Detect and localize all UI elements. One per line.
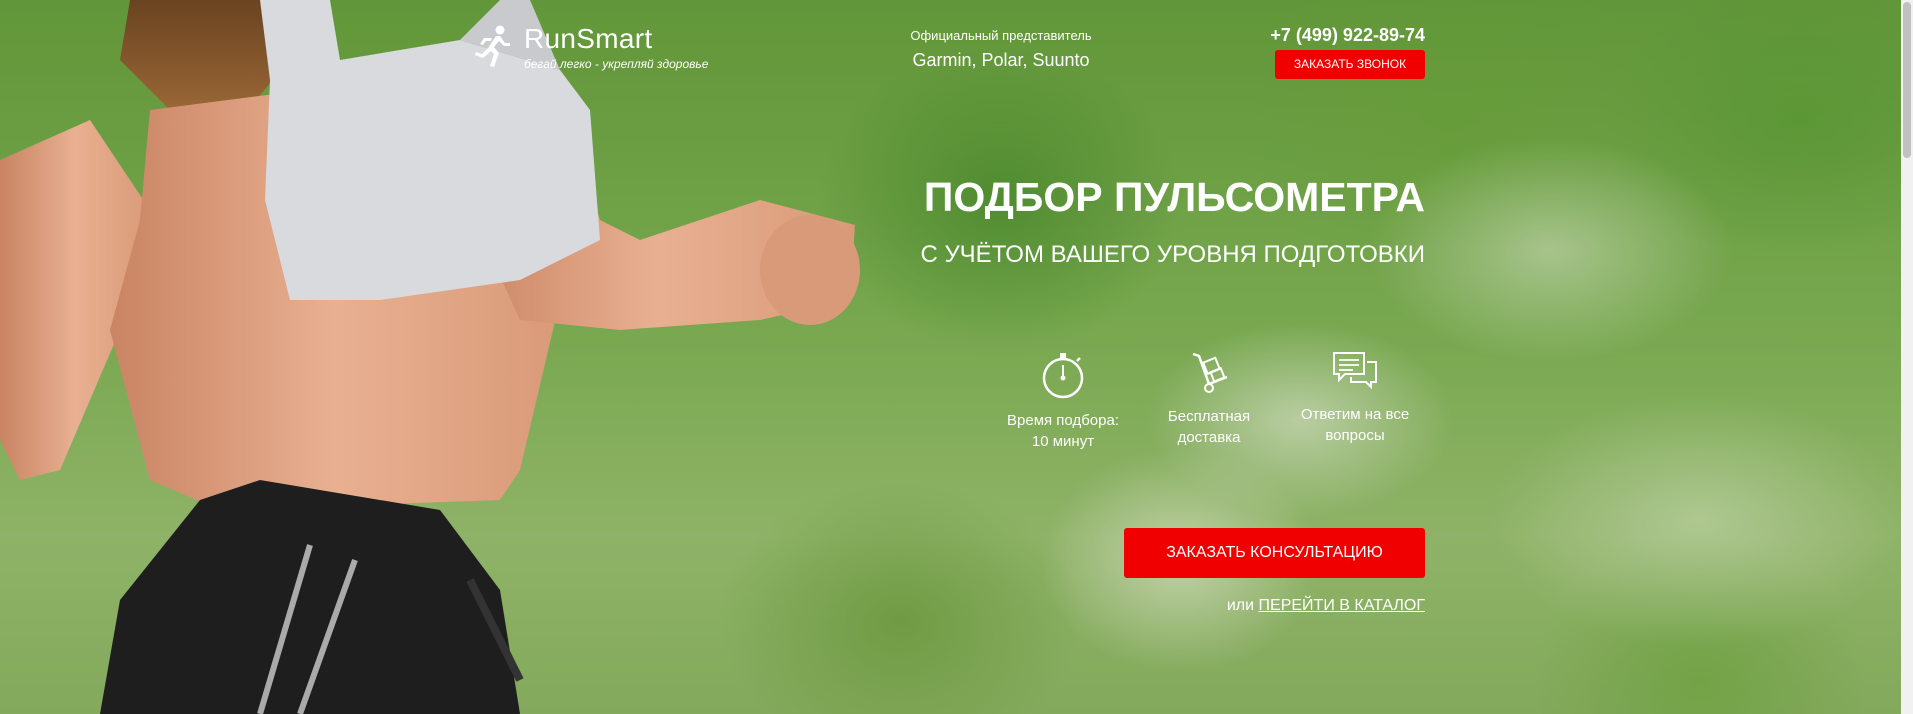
logo-slogan: бегай легко - укрепляй здоровье xyxy=(524,57,709,71)
consultation-button[interactable]: ЗАКАЗАТЬ КОНСУЛЬТАЦИЮ xyxy=(1124,528,1425,578)
feature-line-1: Бесплатная xyxy=(1167,408,1251,425)
feature-free-delivery: Бесплатная доставка xyxy=(1136,350,1282,452)
rep-label: Официальный представитель xyxy=(910,28,1092,43)
feature-line-2: вопросы xyxy=(1325,427,1385,444)
chat-bubbles-icon xyxy=(1333,352,1377,390)
stopwatch-icon xyxy=(1042,353,1084,399)
contacts: +7 (499) 922-89-74 ЗАКАЗАТЬ ЗВОНОК xyxy=(1260,24,1425,79)
logo[interactable]: RunSmart бегай легко - укрепляй здоровье xyxy=(474,24,708,72)
feature-selection-time: Время подбора: 10 минут xyxy=(990,350,1136,452)
catalog-prefix: или xyxy=(1226,597,1255,614)
official-representative: Официальный представитель Garmin, Polar,… xyxy=(906,28,1096,72)
feature-line-1: Время подбора: xyxy=(1007,412,1119,429)
feature-line-2: 10 минут xyxy=(1031,433,1095,450)
hand-truck-icon xyxy=(1192,352,1228,393)
page-subtitle: С УЧЁТОМ ВАШЕГО УРОВНЯ ПОДГОТОВКИ xyxy=(920,241,1425,268)
page-scrollbar[interactable] xyxy=(1901,0,1913,714)
features-list: Время подбора: 10 минут Бесплатная доста… xyxy=(990,350,1430,452)
feature-line-2: доставка xyxy=(1177,429,1241,446)
page-title: ПОДБОР ПУЛЬСОМЕТРА xyxy=(923,174,1425,220)
phone-number[interactable]: +7 (499) 922-89-74 xyxy=(1260,24,1425,46)
catalog-line: или ПЕРЕЙТИ В КАТАЛОГ xyxy=(1227,597,1425,615)
rep-brands: Garmin, Polar, Suunto xyxy=(912,50,1090,70)
scrollbar-thumb[interactable] xyxy=(1903,2,1911,158)
catalog-link[interactable]: ПЕРЕЙТИ В КАТАЛОГ xyxy=(1259,597,1425,614)
feature-answers: Ответим на все вопросы xyxy=(1282,350,1428,452)
feature-line-1: Ответим на все xyxy=(1300,406,1410,423)
runner-photo xyxy=(0,0,860,714)
runner-icon xyxy=(475,25,510,67)
hero-section: RunSmart бегай легко - укрепляй здоровье… xyxy=(0,0,1913,714)
call-request-button[interactable]: ЗАКАЗАТЬ ЗВОНОК xyxy=(1275,50,1425,79)
logo-name: RunSmart xyxy=(524,23,653,54)
